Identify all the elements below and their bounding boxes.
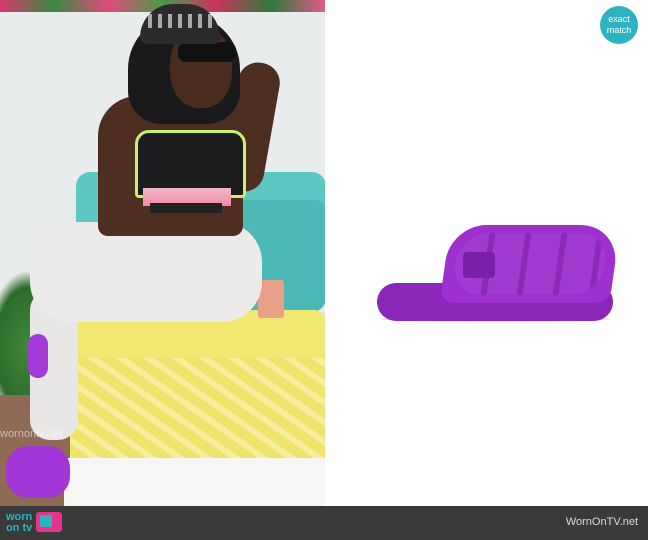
logo-line2: on tv (6, 522, 33, 534)
slide-label (463, 252, 495, 278)
badge-line2: match (606, 25, 632, 35)
mug (258, 280, 284, 318)
purple-slide-heel (28, 334, 48, 378)
white-joggers (30, 222, 262, 322)
badge-line1: exact (608, 14, 630, 24)
outfit-photo: wornontv.net (0, 0, 325, 506)
footer-bar: worn on tv WornOnTV.net (0, 506, 648, 540)
logo-text: worn on tv (6, 512, 32, 534)
site-name[interactable]: WornOnTV.net (566, 516, 638, 528)
daybed-base (64, 458, 325, 506)
tv-icon (36, 512, 63, 532)
purple-slide-worn (6, 446, 70, 498)
wornontv-logo[interactable]: worn on tv (6, 512, 63, 534)
belt (150, 203, 222, 213)
product-image[interactable] (325, 0, 648, 506)
sunglasses (178, 42, 236, 62)
scene-watermark: wornontv.net (0, 428, 63, 440)
exact-match-badge: exact match (600, 6, 638, 44)
